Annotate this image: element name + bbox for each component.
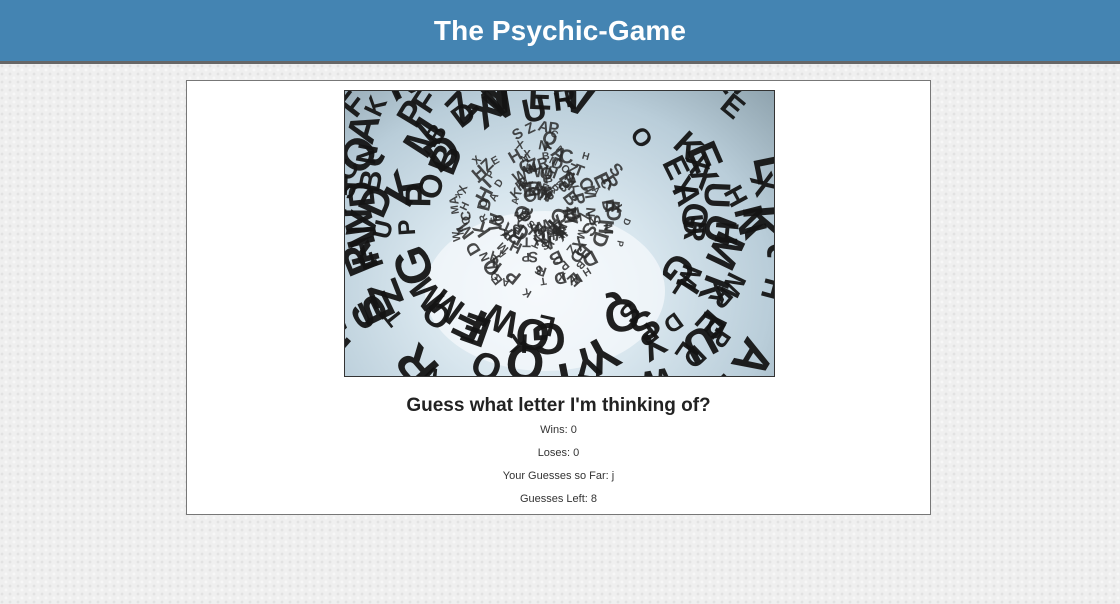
- guesses-left-stat: Guesses Left8: [187, 493, 930, 505]
- page-header: The Psychic-Game: [0, 0, 1120, 64]
- sculpture-letter: Z: [358, 272, 413, 315]
- letters-sculpture-art: EEWUAOCFHDVQTUOAFLSPHDMFMFGFGUZSOWKTKMTV…: [345, 91, 774, 376]
- sculpture-letter: M: [449, 204, 462, 215]
- game-prompt: Guess what letter I'm thinking of?: [406, 395, 711, 416]
- guesses-left-value: 8: [590, 493, 598, 505]
- sculpture-letter: P: [709, 368, 741, 376]
- sculpture-letter: U: [696, 181, 738, 209]
- guesses-so-far-stat: Your Guesses so Farj: [187, 470, 930, 482]
- wins-label: Wins: [540, 424, 571, 436]
- wins-stat: Wins0: [187, 424, 930, 436]
- sculpture-letter: E: [527, 91, 553, 118]
- guesses-so-far-value: j: [611, 470, 615, 482]
- guesses-so-far-label: Your Guesses so Far: [503, 470, 612, 482]
- page-title: The Psychic-Game: [433, 14, 687, 46]
- guesses-left-label: Guesses Left: [520, 493, 591, 505]
- letters-sculpture-image: EEWUAOCFHDVQTUOAFLSPHDMFMFGFGUZSOWKTKMTV…: [344, 90, 775, 377]
- game-card: EEWUAOCFHDVQTUOAFLSPHDMFMFGFGUZSOWKTKMTV…: [186, 80, 931, 515]
- losses-label: Loses: [538, 447, 573, 459]
- sculpture-letter: D: [764, 100, 774, 155]
- sculpture-letter: H: [581, 151, 591, 164]
- sculpture-letter: L: [743, 149, 774, 188]
- sculpture-letter: M: [455, 226, 467, 236]
- sculpture-letter: P: [393, 219, 421, 237]
- losses-stat: Loses0: [187, 447, 930, 459]
- sculpture-letter: Q: [765, 231, 774, 263]
- wins-value: 0: [570, 424, 577, 436]
- losses-value: 0: [573, 447, 580, 459]
- sculpture-letter: M: [601, 223, 616, 235]
- sculpture-letter: T: [522, 234, 531, 250]
- sculpture-letter: O: [624, 122, 657, 154]
